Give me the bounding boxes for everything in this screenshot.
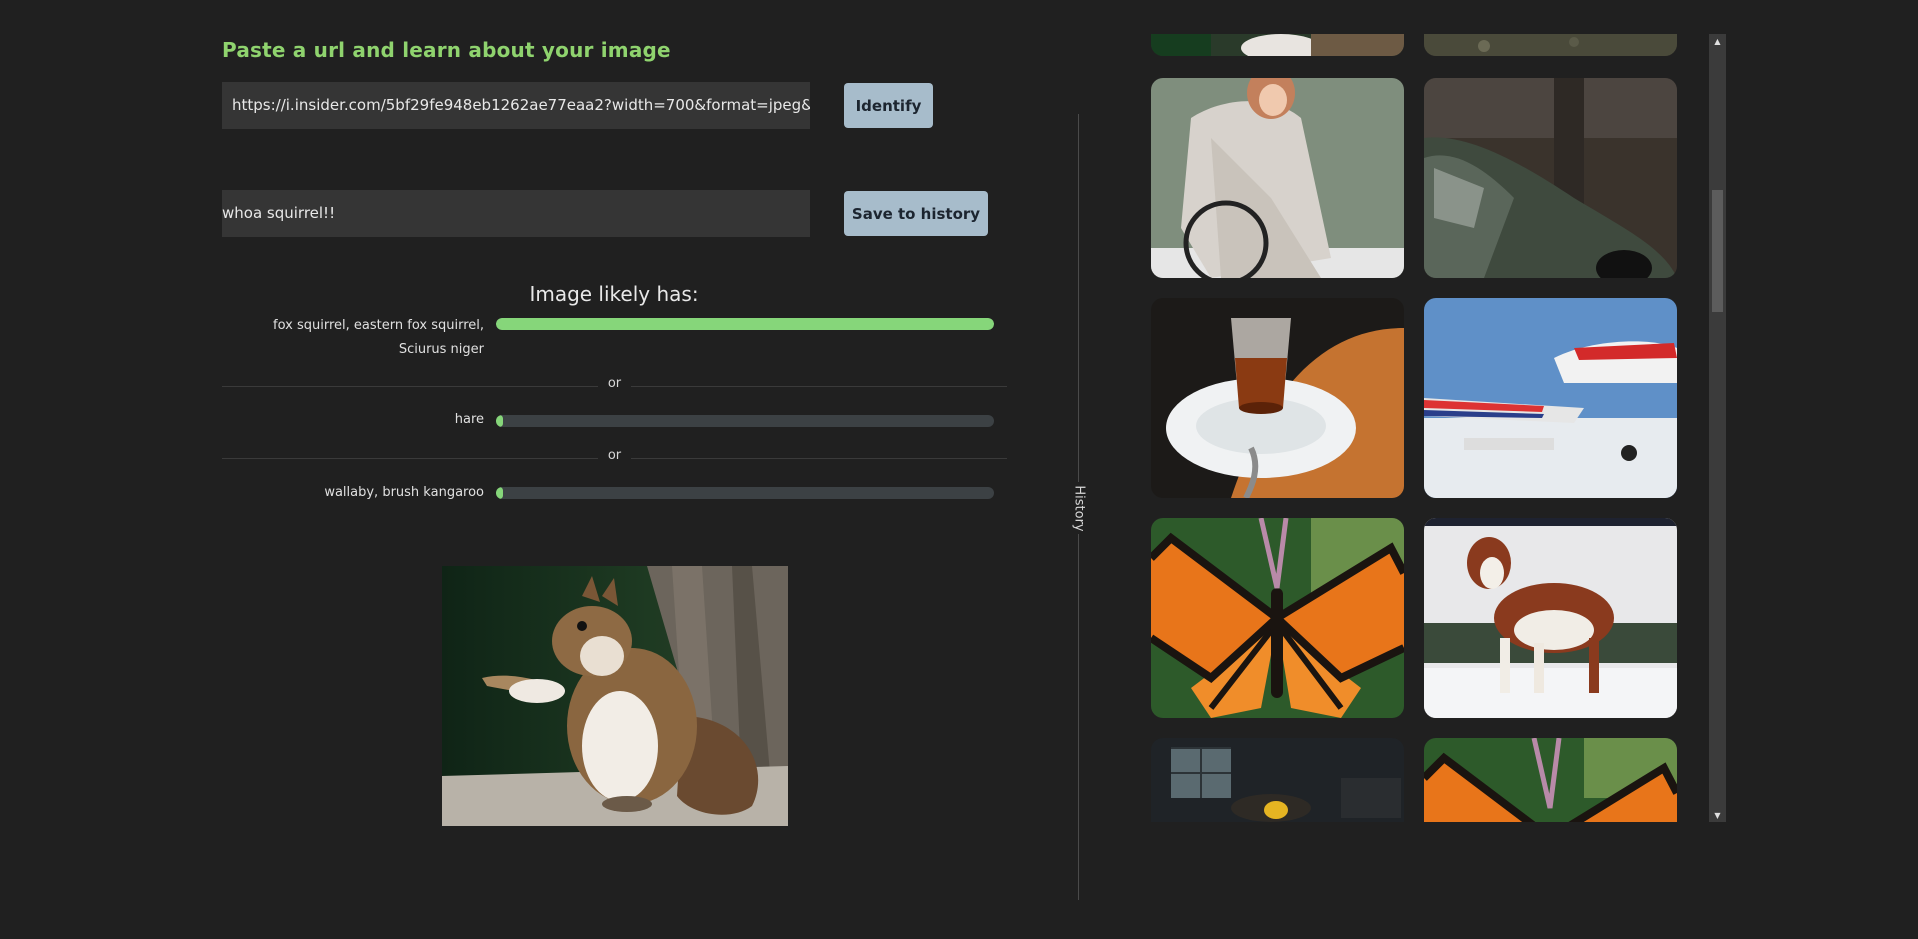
history-thumbnail[interactable] xyxy=(1151,738,1404,822)
prediction-bar-fill-2 xyxy=(496,415,504,427)
prediction-bar-3 xyxy=(496,487,994,499)
url-input[interactable]: https://i.insider.com/5bf29fe948eb1262ae… xyxy=(222,82,810,129)
history-thumbnail[interactable] xyxy=(1424,298,1677,498)
note-input[interactable]: whoa squirrel!! xyxy=(222,190,810,237)
history-scrollbar[interactable]: ▲ ▼ xyxy=(1709,34,1726,822)
scroll-up-icon[interactable]: ▲ xyxy=(1709,34,1726,48)
history-thumbnail[interactable] xyxy=(1424,738,1677,822)
save-to-history-button[interactable]: Save to history xyxy=(844,191,988,236)
history-thumbnail[interactable] xyxy=(1424,78,1677,278)
history-thumbnail[interactable] xyxy=(1151,34,1404,56)
history-label-text: History xyxy=(1071,484,1087,532)
or-text-2: or xyxy=(597,448,632,463)
results-heading: Image likely has: xyxy=(529,282,699,306)
identified-image xyxy=(442,566,788,826)
prediction-bar-1 xyxy=(496,318,994,330)
or-separator-1: or xyxy=(0,376,1229,391)
history-thumbnail[interactable] xyxy=(1424,518,1677,718)
prediction-label-3: wallaby, brush kangaroo xyxy=(324,485,484,500)
history-label: History xyxy=(1067,482,1091,534)
history-gallery[interactable] xyxy=(1150,34,1710,822)
prediction-bar-fill-1 xyxy=(496,318,994,330)
prediction-label-2: hare xyxy=(454,412,484,427)
history-thumbnail[interactable] xyxy=(1424,34,1677,56)
scrollbar-thumb[interactable] xyxy=(1712,190,1723,312)
identify-button[interactable]: Identify xyxy=(844,83,933,128)
page-title: Paste a url and learn about your image xyxy=(222,38,671,62)
prediction-bar-2 xyxy=(496,415,994,427)
or-separator-2: or xyxy=(0,448,1229,463)
scroll-down-icon[interactable]: ▼ xyxy=(1709,808,1726,822)
prediction-label-1: fox squirrel, eastern fox squirrel, Sciu… xyxy=(273,318,484,357)
history-thumbnail[interactable] xyxy=(1151,78,1404,278)
or-text-1: or xyxy=(597,376,632,391)
history-thumbnail[interactable] xyxy=(1151,518,1404,718)
prediction-bar-fill-3 xyxy=(496,487,504,499)
history-thumbnail[interactable] xyxy=(1151,298,1404,498)
